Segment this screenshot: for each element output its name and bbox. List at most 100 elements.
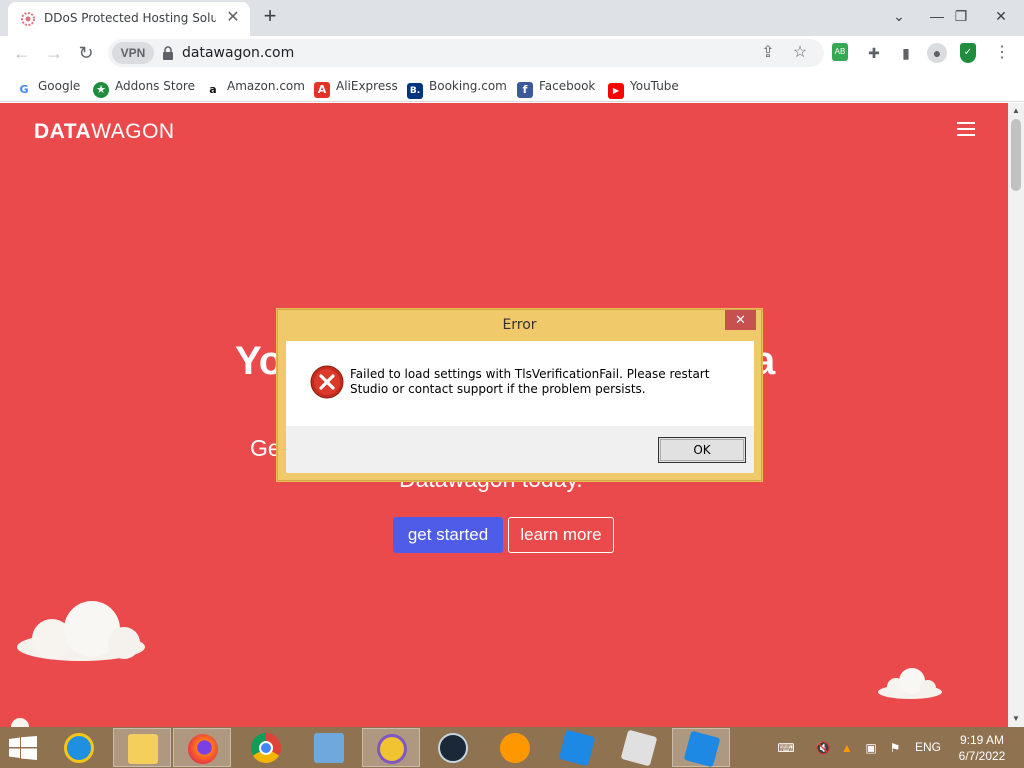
bookmark-youtube[interactable]: ▶ YouTube: [608, 77, 679, 99]
tab-title: DDoS Protected Hosting Solutio: [44, 11, 216, 25]
steam-icon: [438, 733, 468, 763]
bookmark-label: YouTube: [630, 79, 679, 93]
taskbar-roblox-player[interactable]: [610, 728, 668, 767]
bookmark-label: Amazon.com: [227, 79, 305, 93]
taskbar-file-explorer[interactable]: [113, 728, 171, 767]
ok-button[interactable]: OK: [658, 437, 746, 463]
touch-keyboard-icon[interactable]: ⌨: [772, 740, 800, 756]
hero-heading-left-fragment: Yo: [235, 339, 284, 383]
tab-close-icon[interactable]: ✕: [224, 9, 242, 27]
amazon-icon: a: [209, 83, 217, 96]
adblock-extension-icon[interactable]: AB: [832, 43, 848, 61]
device-tray-icon[interactable]: ▣: [863, 740, 879, 756]
taskbar-steam[interactable]: [424, 728, 482, 767]
network-warning-icon[interactable]: ⚑: [887, 740, 903, 756]
scrollbar-thumb[interactable]: [1011, 119, 1021, 191]
logo-bold-text: DATA: [34, 120, 92, 143]
browser-tab-active[interactable]: DDoS Protected Hosting Solutio ✕: [8, 2, 250, 36]
taskbar-control-panel[interactable]: [300, 728, 358, 767]
bookmark-addons-store[interactable]: ★ Addons Store: [93, 77, 195, 98]
datawagon-logo[interactable]: DATAWAGON: [34, 120, 175, 144]
get-started-button[interactable]: get started: [393, 517, 503, 553]
cloud-left-decoration: [17, 601, 145, 661]
bookmark-label: Facebook: [539, 79, 596, 93]
internet-explorer-icon: [64, 733, 94, 763]
roblox-studio-icon: [558, 729, 596, 767]
restore-button[interactable]: ❐: [946, 4, 976, 28]
forward-button[interactable]: →: [43, 42, 65, 64]
site-favicon-icon: [21, 12, 35, 26]
volume-muted-icon[interactable]: 🔇: [815, 740, 831, 756]
taskbar-chrome[interactable]: [237, 728, 295, 767]
taskbar-firefox[interactable]: [173, 728, 231, 767]
taskbar-roblox-studio[interactable]: [548, 728, 606, 767]
tab-search-chevron-icon[interactable]: ⌄: [884, 4, 914, 28]
reload-button[interactable]: ↻: [75, 42, 97, 64]
dialog-body: Failed to load settings with TlsVerifica…: [286, 341, 754, 426]
back-button[interactable]: ←: [11, 42, 33, 64]
lock-icon[interactable]: [162, 45, 174, 61]
taskbar-sublime-text[interactable]: [486, 728, 544, 767]
bookmark-aliexpress[interactable]: A AliExpress: [314, 77, 398, 98]
system-clock[interactable]: 9:19 AM 6/7/2022: [952, 732, 1012, 764]
scroll-up-icon[interactable]: ▲: [1011, 106, 1021, 116]
error-dialog: Error ✕ Failed to load settings with Tls…: [277, 309, 762, 481]
bookmark-star-icon[interactable]: ☆: [790, 43, 810, 63]
bookmark-booking[interactable]: B. Booking.com: [407, 77, 507, 99]
tab-strip: DDoS Protected Hosting Solutio ✕ + ⌄ — ❐…: [0, 0, 1024, 36]
extensions-puzzle-icon[interactable]: ✚: [864, 43, 884, 63]
new-tab-button[interactable]: +: [259, 5, 281, 27]
roblox-player-icon: [620, 729, 658, 767]
sublime-text-icon: [500, 733, 530, 763]
vertical-scrollbar[interactable]: ▲ ▼: [1008, 103, 1024, 727]
error-icon: [310, 365, 344, 399]
firefox-icon: [188, 734, 218, 764]
windows-start-icon[interactable]: [8, 736, 38, 760]
bookmark-google[interactable]: G Google: [16, 77, 80, 96]
addons-store-icon: ★: [93, 82, 109, 98]
bookmark-label: AliExpress: [336, 79, 398, 93]
bookmark-facebook[interactable]: f Facebook: [517, 77, 596, 98]
taskbar-internet-explorer[interactable]: [50, 728, 108, 767]
youtube-icon: ▶: [608, 83, 624, 99]
logo-light-text: WAGON: [91, 120, 175, 143]
dialog-title: Error: [502, 317, 537, 333]
cloud-right-decoration: [878, 668, 942, 699]
chrome-center-icon: [259, 741, 273, 755]
keepass-lock-icon: [377, 734, 407, 764]
address-bar[interactable]: VPN datawagon.com ⇪ ☆: [108, 39, 824, 67]
clock-date: 6/7/2022: [958, 749, 1006, 763]
dialog-close-button[interactable]: ✕: [725, 310, 756, 330]
learn-more-button[interactable]: learn more: [508, 517, 614, 553]
error-message: Failed to load settings with TlsVerifica…: [350, 367, 710, 396]
profile-avatar-icon[interactable]: ●: [927, 43, 947, 63]
url-text[interactable]: datawagon.com: [182, 45, 294, 61]
bookmark-label: Addons Store: [115, 79, 195, 93]
bookmarks-bar: G Google ★ Addons Store a Amazon.com A AliEx…: [0, 70, 1024, 102]
browser-toolbar: ← → ↻ VPN datawagon.com ⇪ ☆ AB ✚ ▮ ● ✓ ⋮: [0, 36, 1024, 70]
side-panel-icon[interactable]: ▮: [896, 43, 916, 63]
windows-taskbar: ⌨ 🔇 ▲ ▣ ⚑ ENG 9:19 AM 6/7/2022: [0, 727, 1024, 768]
avast-tray-icon[interactable]: ▲: [839, 740, 855, 756]
bookmark-label: Booking.com: [429, 79, 507, 93]
vpn-badge[interactable]: VPN: [112, 42, 154, 64]
chrome-icon: [251, 733, 281, 763]
taskbar-keepass[interactable]: [362, 728, 420, 767]
control-panel-icon: [314, 733, 344, 763]
scroll-down-icon[interactable]: ▼: [1011, 714, 1021, 724]
cloud-bottom-decoration: [11, 718, 29, 727]
facebook-icon: f: [517, 82, 533, 98]
share-icon[interactable]: ⇪: [758, 43, 778, 63]
google-icon: G: [19, 83, 29, 96]
security-shield-extension-icon[interactable]: ✓: [960, 43, 976, 63]
hamburger-menu-icon[interactable]: [957, 122, 975, 136]
taskbar-roblox-studio-active[interactable]: [672, 728, 730, 768]
roblox-studio-active-icon: [683, 730, 721, 768]
aliexpress-icon: A: [314, 82, 330, 98]
bookmark-amazon[interactable]: a Amazon.com: [205, 77, 305, 96]
input-language[interactable]: ENG: [915, 740, 941, 754]
window-close-button[interactable]: ✕: [986, 4, 1016, 28]
browser-menu-icon[interactable]: ⋮: [992, 43, 1012, 63]
dialog-footer: OK: [286, 426, 754, 473]
booking-icon: B.: [407, 83, 423, 99]
